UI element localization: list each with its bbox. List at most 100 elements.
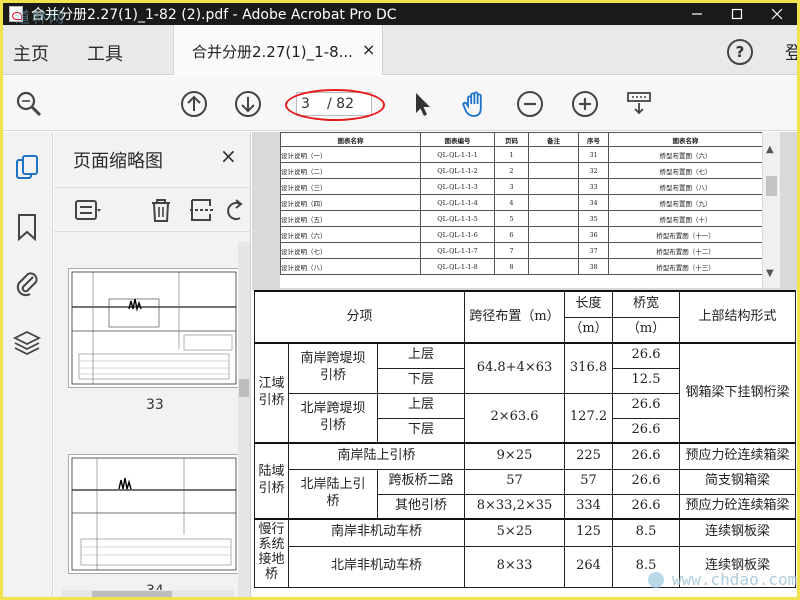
- scroll-mode-icon[interactable]: [625, 90, 653, 118]
- toc-header: 页码: [494, 132, 529, 147]
- help-button[interactable]: ?: [727, 39, 753, 65]
- toc-cell: 1: [494, 146, 529, 163]
- toc-cell: 33: [578, 178, 609, 195]
- span-cell: 8×33: [464, 545, 566, 588]
- toc-row: 设计说明（五） QL-QL-1-1-5 5 35 桥型布置图（十）: [280, 210, 762, 227]
- toc-cell: 桥型布置图（七）: [608, 162, 762, 179]
- thumbnail-horizontal-scrollbar[interactable]: [62, 590, 234, 597]
- close-window-button[interactable]: [757, 3, 797, 25]
- toc-row: 设计说明（一） QL-QL-1-1-1 1 31 桥型布置图（六）: [280, 146, 762, 163]
- toc-row: 设计说明（二） QL-QL-1-1-2 2 32 桥型布置图（七）: [280, 162, 762, 179]
- layers-icon[interactable]: [13, 328, 41, 358]
- extract-pages-icon[interactable]: [188, 196, 216, 224]
- toc-row: 设计说明（四） QL-QL-1-1-4 4 34 桥型布置图（九）: [280, 194, 762, 211]
- toc-cell: 设计说明（七）: [280, 242, 421, 259]
- attachments-icon[interactable]: [13, 268, 41, 298]
- page-thumbnails-icon[interactable]: [13, 154, 41, 184]
- toc-cell: QL-QL-1-1-7: [420, 242, 495, 259]
- close-panel-button[interactable]: ×: [220, 144, 237, 168]
- minimize-button[interactable]: [677, 3, 717, 25]
- toc-cell: 桥型布置图（八）: [608, 178, 762, 195]
- structure-cell: 预应力砼连续箱梁: [679, 493, 797, 520]
- toc-header: 序号: [578, 132, 609, 147]
- north-embankment-ramp: 北岸跨堤坝 引桥: [288, 392, 378, 444]
- scroll-thumb[interactable]: [766, 176, 777, 196]
- page-thumbnail[interactable]: [68, 268, 240, 388]
- page-up-icon[interactable]: [180, 90, 208, 118]
- main-toolbar: 3 / 82: [3, 76, 797, 131]
- maximize-button[interactable]: [717, 3, 757, 25]
- zoom-out-icon[interactable]: [516, 90, 544, 118]
- thumbnail-toolbar: [54, 187, 251, 232]
- spec-header-row: 分项 跨径布置（m） 长度 桥宽 上部结构形式: [253, 290, 797, 344]
- document-view: 图表名称 图表编号 页码 备注 序号 图表名称 设计说明（一） QL-QL-1-1…: [252, 132, 797, 597]
- toc-cell: [528, 146, 579, 163]
- structure-cell: 连续钢板梁: [679, 518, 797, 547]
- header-span: 跨径布置（m）: [464, 290, 566, 344]
- close-tab-button[interactable]: ×: [362, 40, 375, 59]
- toc-cell: 6: [494, 226, 529, 243]
- scroll-up-icon[interactable]: ▲: [766, 144, 774, 155]
- toc-row: 设计说明（七） QL-QL-1-1-7 7 37 桥型布置图（十二）: [280, 242, 762, 259]
- tab-home[interactable]: 主页: [13, 40, 49, 66]
- sign-in-button[interactable]: 登: [785, 39, 797, 65]
- bridge-spec-table: 分项 跨径布置（m） 长度 桥宽 上部结构形式 （m） （m） 江域 引桥 南岸…: [253, 290, 797, 588]
- header-length: 长度: [564, 290, 614, 318]
- toc-cell: QL-QL-1-1-8: [420, 258, 495, 275]
- toc-cell: [528, 258, 579, 275]
- rotate-icon[interactable]: [224, 196, 244, 224]
- header-width: 桥宽: [612, 290, 681, 318]
- zoom-search-icon[interactable]: [15, 90, 43, 118]
- page-thumbnail[interactable]: [68, 454, 240, 574]
- document-scrollbar[interactable]: ▲ ▼: [763, 132, 780, 288]
- toc-cell: [528, 194, 579, 211]
- tab-tools[interactable]: 工具: [87, 40, 123, 66]
- thumbnail-scrollbar[interactable]: [238, 242, 250, 597]
- toc-cell: 5: [494, 210, 529, 227]
- lower-deck: 下层: [376, 367, 466, 394]
- length-cell: 264: [564, 545, 614, 588]
- toc-cell: [528, 242, 579, 259]
- toc-cell: 桥型布置图（九）: [608, 194, 762, 211]
- window-title: 合并分册2.27(1)_1-82 (2).pdf - Adobe Acrobat…: [31, 7, 397, 23]
- toc-cell: 设计说明（三）: [280, 178, 421, 195]
- zoom-in-icon[interactable]: [571, 90, 599, 118]
- length-cell: 316.8: [564, 342, 614, 394]
- trash-icon[interactable]: [147, 196, 175, 224]
- structure-cell: 简支钢箱梁: [679, 468, 797, 495]
- span-cell: 57: [464, 468, 566, 495]
- width-cell: 26.6: [612, 493, 681, 520]
- toc-cell: 设计说明（一）: [280, 146, 421, 163]
- upper-deck: 上层: [376, 392, 466, 419]
- page-down-icon[interactable]: [234, 90, 262, 118]
- toc-cell: 设计说明（二）: [280, 162, 421, 179]
- length-cell: 334: [564, 493, 614, 520]
- panel-title: 页面缩略图: [73, 151, 163, 172]
- document-tab[interactable]: 合并分册2.27(1)_1-8... ×: [173, 25, 383, 75]
- south-nonmotor-bridge: 南岸非机动车桥: [287, 518, 466, 547]
- header-width-unit: （m）: [612, 316, 681, 344]
- upper-deck: 上层: [376, 342, 466, 369]
- select-arrow-icon[interactable]: [408, 90, 436, 118]
- span-cell: 5×25: [464, 518, 566, 547]
- bookmarks-icon[interactable]: [13, 212, 41, 242]
- scroll-down-icon[interactable]: ▼: [766, 268, 774, 279]
- south-embankment-ramp: 南岸跨堤坝 引桥: [288, 342, 378, 394]
- toc-header: 图表名称: [280, 132, 421, 147]
- length-cell: 127.2: [564, 392, 614, 444]
- toc-cell: 38: [578, 258, 609, 275]
- toc-cell: QL-QL-1-1-3: [420, 178, 495, 195]
- hand-icon[interactable]: [461, 90, 489, 118]
- header-item: 分项: [253, 290, 466, 344]
- width-cell: 26.6: [612, 417, 681, 444]
- options-menu-icon[interactable]: [74, 196, 102, 224]
- header-structure: 上部结构形式: [679, 290, 797, 344]
- spec-row: 陆域 引桥 南岸陆上引桥 9×25 225 26.6 预应力砼连续箱梁: [254, 442, 797, 520]
- acrobat-window: 道林网 合并分册2.27(1)_1-82 (2).pdf - Adobe Acr…: [0, 0, 800, 600]
- toc-cell: 35: [578, 210, 609, 227]
- toc-cell: 2: [494, 162, 529, 179]
- toc-row: 设计说明（六） QL-QL-1-1-6 6 36 桥型布置图（十一）: [280, 226, 762, 243]
- toc-header: 备注: [528, 132, 579, 147]
- watermark-badge-icon: [648, 572, 664, 588]
- structure-cell: 钢箱梁下挂钢桁梁: [679, 342, 797, 444]
